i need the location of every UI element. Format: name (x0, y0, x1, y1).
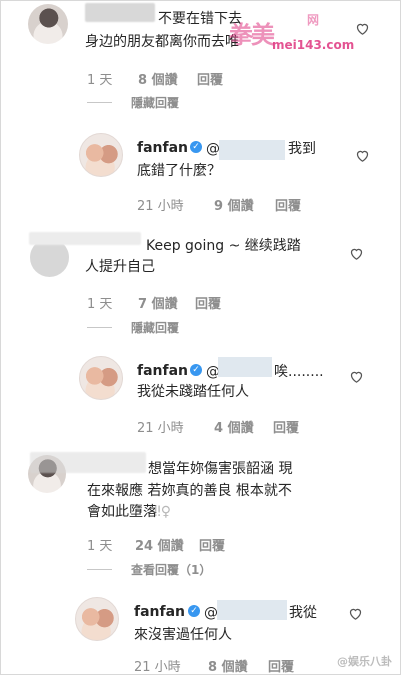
comment-time: 1 天 (87, 73, 113, 88)
comment-text-line-2: 在來報應 若妳真的善良 根本就不 (87, 483, 292, 499)
reply-text-line-2: 我從未踐踏任何人 (137, 384, 249, 400)
reply-text-line-1: 我到 (288, 141, 316, 157)
comment-time: 1 天 (87, 297, 113, 312)
ellipsis-emoji: ‼♀ (154, 504, 172, 520)
reply-username[interactable]: fanfan (134, 604, 185, 620)
blurred-mention (218, 357, 272, 377)
reply-button[interactable]: 回覆 (197, 69, 223, 88)
user-avatar[interactable] (28, 4, 68, 44)
fanfan-avatar[interactable] (79, 356, 123, 400)
comment-text-line-1: Keep going ~ 继续践踏 (146, 238, 301, 254)
reply-button[interactable]: 回覆 (195, 293, 221, 312)
comment-text-line-2: 身边的朋友都离你而去唯 (85, 34, 239, 50)
blurred-username (30, 452, 146, 473)
reply-like-count[interactable]: 8 個讚 (208, 656, 248, 674)
reply-text-line-1: 我從 (289, 605, 317, 621)
blurred-username (29, 232, 141, 245)
reply-button[interactable]: 回覆 (275, 195, 301, 214)
heart-outline-icon[interactable] (348, 606, 363, 621)
like-count[interactable]: 7 個讚 (138, 293, 178, 312)
reply-time: 21 小時 (137, 421, 184, 436)
like-count[interactable]: 8 個讚 (138, 69, 178, 88)
hide-replies-button[interactable]: 隱藏回覆 (131, 319, 179, 336)
comment-text-line-2: 人提升自己 (85, 259, 155, 275)
site-watermark: 拳美 网 mei143.com (229, 13, 355, 52)
reply-thread-line (87, 102, 112, 103)
verified-badge-icon: ✓ (188, 605, 200, 617)
hide-replies-button[interactable]: 隱藏回覆 (131, 94, 179, 111)
reply-text-line-2: 底錯了什麼？ (137, 163, 221, 179)
reply-username[interactable]: fanfan (137, 363, 188, 379)
verified-badge-icon: ✓ (190, 141, 202, 153)
reply-username[interactable]: fanfan (137, 140, 188, 156)
reply-like-count[interactable]: 9 個讚 (214, 195, 254, 214)
verified-badge-icon: ✓ (190, 364, 202, 376)
reply-time: 21 小時 (134, 660, 181, 675)
view-replies-button[interactable]: 查看回覆（1） (131, 561, 211, 578)
comment-text-line-1: 想當年妳傷害張韶涵 現 (148, 461, 293, 477)
heart-outline-icon[interactable] (349, 246, 364, 261)
blurred-username (85, 3, 155, 22)
comment-time: 1 天 (87, 539, 113, 554)
reply-text-line-1: 唉........ (274, 364, 324, 380)
fanfan-avatar[interactable] (75, 597, 119, 641)
mention-prefix: @ (204, 605, 218, 621)
reply-time: 21 小時 (137, 199, 184, 214)
mention-prefix: @ (206, 141, 220, 157)
reply-thread-line (87, 569, 112, 570)
like-count[interactable]: 24 個讚 (135, 535, 184, 554)
heart-outline-icon[interactable] (349, 369, 364, 384)
blurred-mention (217, 600, 287, 620)
fanfan-avatar[interactable] (79, 133, 123, 177)
instagram-comments-screenshot: 不要在错下去 身边的朋友都离你而去唯 1 天 8 個讚 回覆 隱藏回覆 fanf… (0, 0, 401, 675)
reply-button[interactable]: 回覆 (268, 656, 294, 674)
reply-like-count[interactable]: 4 個讚 (214, 417, 254, 436)
blurred-mention (219, 140, 285, 160)
reply-thread-line (87, 327, 112, 328)
reply-button[interactable]: 回覆 (273, 417, 299, 436)
reply-text-line-2: 來沒害過任何人 (134, 627, 232, 643)
heart-outline-icon[interactable] (355, 148, 370, 163)
reply-button[interactable]: 回覆 (199, 535, 225, 554)
comment-text-line-3: 會如此墮落 (87, 504, 157, 520)
weibo-watermark: @娱乐八卦 (337, 655, 392, 668)
